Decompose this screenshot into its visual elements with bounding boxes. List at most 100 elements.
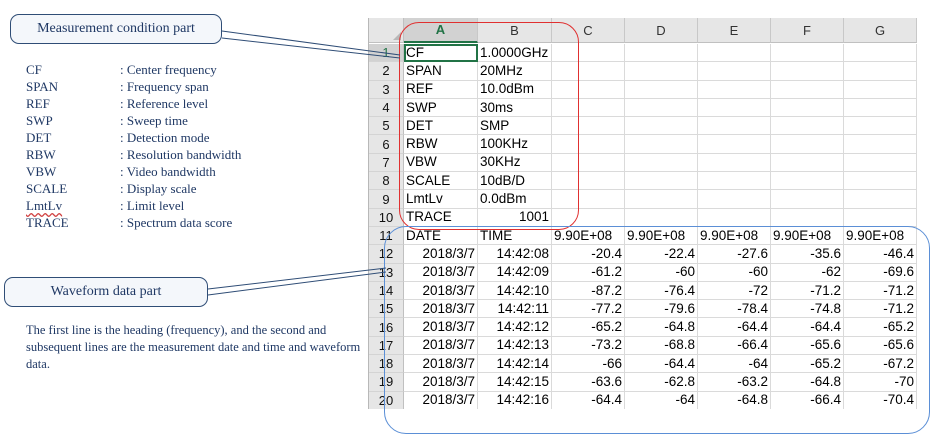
cell-f20[interactable]: -66.4	[771, 391, 844, 409]
cell-b3[interactable]: 10.0dBm	[478, 80, 552, 99]
column-header-e[interactable]: E	[698, 18, 771, 43]
cell-a6[interactable]: RBW	[404, 135, 478, 154]
cell-e17[interactable]: -66.4	[698, 336, 771, 356]
select-all-corner[interactable]	[369, 18, 404, 43]
cell-c9[interactable]	[552, 190, 625, 209]
column-header-b[interactable]: B	[478, 18, 552, 43]
column-header-d[interactable]: D	[625, 18, 698, 43]
cell-c2[interactable]	[552, 62, 625, 81]
cell-d9[interactable]	[625, 190, 698, 209]
cell-c15[interactable]: -77.2	[552, 300, 625, 319]
cell-f5[interactable]	[771, 117, 844, 136]
row-header[interactable]: 4	[369, 98, 404, 118]
cell-e7[interactable]	[698, 153, 771, 173]
spreadsheet[interactable]: ABCDEFG 1 CF 1.0000GHz 2 SPAN 20MHz 3 REF 10.0dB…	[368, 18, 930, 409]
cell-f14[interactable]: -71.2	[771, 281, 844, 301]
cell-d1[interactable]	[625, 44, 698, 63]
cell-b19[interactable]: 14:42:15	[478, 373, 552, 392]
cell-f9[interactable]	[771, 190, 844, 209]
row-header[interactable]: 12	[369, 245, 404, 264]
cell-b12[interactable]: 14:42:08	[478, 245, 552, 264]
cell-f10[interactable]	[771, 208, 844, 227]
cell-f11[interactable]: 9.90E+08	[771, 226, 844, 246]
cell-b7[interactable]: 30KHz	[478, 153, 552, 173]
cell-g9[interactable]	[844, 190, 917, 209]
cell-g8[interactable]	[844, 172, 917, 191]
cell-f2[interactable]	[771, 62, 844, 81]
cell-d14[interactable]: -76.4	[625, 281, 698, 301]
row-header[interactable]: 17	[369, 336, 404, 356]
cell-g7[interactable]	[844, 153, 917, 173]
cell-b4[interactable]: 30ms	[478, 98, 552, 118]
cell-a3[interactable]: REF	[404, 80, 478, 99]
cell-d4[interactable]	[625, 98, 698, 118]
cell-d5[interactable]	[625, 117, 698, 136]
cell-a18[interactable]: 2018/3/7	[404, 355, 478, 374]
cell-c17[interactable]: -73.2	[552, 336, 625, 356]
cell-d8[interactable]	[625, 172, 698, 191]
cell-f18[interactable]: -65.2	[771, 355, 844, 374]
cell-g2[interactable]	[844, 62, 917, 81]
cell-e3[interactable]	[698, 80, 771, 99]
cell-e19[interactable]: -63.2	[698, 373, 771, 392]
cell-b13[interactable]: 14:42:09	[478, 263, 552, 282]
cell-e18[interactable]: -64	[698, 355, 771, 374]
row-header[interactable]: 18	[369, 355, 404, 374]
row-header[interactable]: 3	[369, 80, 404, 99]
column-header-f[interactable]: F	[771, 18, 844, 43]
row-header[interactable]: 13	[369, 263, 404, 282]
cell-a7[interactable]: VBW	[404, 153, 478, 173]
cell-g20[interactable]: -70.4	[844, 391, 917, 409]
cell-f13[interactable]: -62	[771, 263, 844, 282]
cell-a15[interactable]: 2018/3/7	[404, 300, 478, 319]
column-header-c[interactable]: C	[552, 18, 625, 43]
cell-e12[interactable]: -27.6	[698, 245, 771, 264]
cell-e5[interactable]	[698, 117, 771, 136]
cell-f4[interactable]	[771, 98, 844, 118]
cell-d16[interactable]: -64.8	[625, 318, 698, 337]
cell-a17[interactable]: 2018/3/7	[404, 336, 478, 356]
cell-c11[interactable]: 9.90E+08	[552, 226, 625, 246]
row-header[interactable]: 16	[369, 318, 404, 337]
cell-b18[interactable]: 14:42:14	[478, 355, 552, 374]
cell-e16[interactable]: -64.4	[698, 318, 771, 337]
row-header[interactable]: 8	[369, 172, 404, 191]
cell-e4[interactable]	[698, 98, 771, 118]
cell-a2[interactable]: SPAN	[404, 62, 478, 81]
cell-c5[interactable]	[552, 117, 625, 136]
cell-g10[interactable]	[844, 208, 917, 227]
cell-d12[interactable]: -22.4	[625, 245, 698, 264]
cell-g3[interactable]	[844, 80, 917, 99]
cell-d20[interactable]: -64	[625, 391, 698, 409]
cell-c14[interactable]: -87.2	[552, 281, 625, 301]
cell-d3[interactable]	[625, 80, 698, 99]
cell-b10[interactable]: 1001	[478, 208, 552, 227]
cell-c10[interactable]	[552, 208, 625, 227]
cell-b6[interactable]: 100KHz	[478, 135, 552, 154]
cell-e1[interactable]	[698, 44, 771, 63]
row-header[interactable]: 1	[369, 44, 404, 63]
row-header[interactable]: 5	[369, 117, 404, 136]
cell-a5[interactable]: DET	[404, 117, 478, 136]
cell-c7[interactable]	[552, 153, 625, 173]
row-header[interactable]: 15	[369, 300, 404, 319]
cell-c18[interactable]: -66	[552, 355, 625, 374]
cell-a19[interactable]: 2018/3/7	[404, 373, 478, 392]
cell-c4[interactable]	[552, 98, 625, 118]
cell-b17[interactable]: 14:42:13	[478, 336, 552, 356]
cell-g17[interactable]: -65.6	[844, 336, 917, 356]
cell-e14[interactable]: -72	[698, 281, 771, 301]
cell-e9[interactable]	[698, 190, 771, 209]
cell-d15[interactable]: -79.6	[625, 300, 698, 319]
cell-e2[interactable]	[698, 62, 771, 81]
cell-f15[interactable]: -74.8	[771, 300, 844, 319]
cell-a10[interactable]: TRACE	[404, 208, 478, 227]
column-header-g[interactable]: G	[844, 18, 917, 43]
cell-c13[interactable]: -61.2	[552, 263, 625, 282]
cell-g16[interactable]: -65.2	[844, 318, 917, 337]
cell-e11[interactable]: 9.90E+08	[698, 226, 771, 246]
cell-g4[interactable]	[844, 98, 917, 118]
cell-b11[interactable]: TIME	[478, 226, 552, 246]
cell-c12[interactable]: -20.4	[552, 245, 625, 264]
row-header[interactable]: 6	[369, 135, 404, 154]
